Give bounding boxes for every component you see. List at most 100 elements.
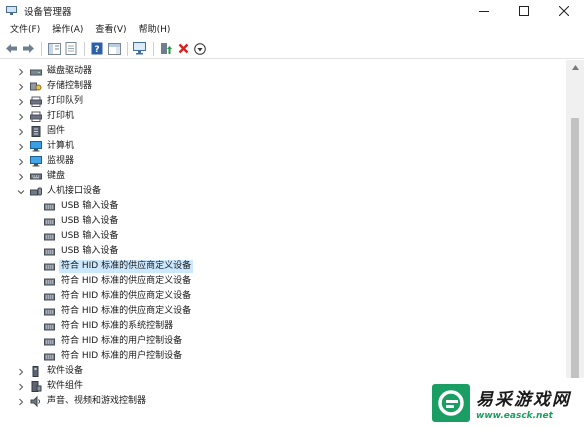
tree-category[interactable]: 键盘 xyxy=(16,169,67,184)
hid-icon xyxy=(30,186,42,197)
help-button[interactable]: ? xyxy=(89,41,105,57)
chevron-right-icon[interactable] xyxy=(16,139,26,154)
hid-device-icon xyxy=(44,231,56,242)
tree-item-label: USB 输入设备 xyxy=(61,201,119,211)
chevron-right-icon[interactable] xyxy=(16,379,26,394)
tree-item-label: USB 输入设备 xyxy=(61,231,119,241)
watermark-logo-icon xyxy=(438,389,464,416)
tree-item-label: 监视器 xyxy=(47,156,75,166)
minimize-button[interactable] xyxy=(464,0,504,21)
tree-device[interactable]: 符合 HID 标准的用户控制设备 xyxy=(30,349,184,364)
chevron-right-icon[interactable] xyxy=(16,94,26,109)
tree-category[interactable]: 监视器 xyxy=(16,154,76,169)
menu-action[interactable]: 操作(A) xyxy=(46,21,89,39)
tree-device[interactable]: USB 输入设备 xyxy=(30,229,120,244)
maximize-icon xyxy=(519,5,529,16)
update-driver-icon xyxy=(160,43,172,54)
vertical-scrollbar[interactable] xyxy=(566,60,584,427)
download-icon xyxy=(194,42,206,55)
tree-device[interactable]: USB 输入设备 xyxy=(30,199,120,214)
forward-arrow-icon xyxy=(22,44,34,53)
chevron-right-icon[interactable] xyxy=(16,64,26,79)
menu-file[interactable]: 文件(F) xyxy=(4,21,46,39)
update-driver-button[interactable] xyxy=(158,41,174,57)
title-bar: 设备管理器 xyxy=(0,0,584,21)
watermark-url: www.easck.net xyxy=(476,410,553,421)
printer-icon xyxy=(30,111,42,122)
properties-button[interactable] xyxy=(63,41,79,57)
tree-device[interactable]: USB 输入设备 xyxy=(30,244,120,259)
download-button[interactable] xyxy=(192,41,208,57)
scrollbar-thumb[interactable] xyxy=(571,118,579,418)
firmware-icon xyxy=(30,126,42,137)
show-hide-tree-button[interactable] xyxy=(46,41,62,57)
tree-device[interactable]: 符合 HID 标准的供应商定义设备 xyxy=(30,259,194,274)
software-component-icon xyxy=(30,381,42,392)
chevron-right-icon[interactable] xyxy=(16,154,26,169)
tree-category[interactable]: 计算机 xyxy=(16,139,76,154)
printer-queue-icon xyxy=(30,96,42,107)
tree-item-label: 软件组件 xyxy=(47,381,84,391)
hid-device-icon xyxy=(44,216,56,227)
chevron-right-icon[interactable] xyxy=(16,394,26,409)
storage-controller-icon xyxy=(30,81,42,92)
scan-hardware-button[interactable] xyxy=(132,41,148,57)
tree-item-label: 软件设备 xyxy=(47,366,84,376)
menu-view[interactable]: 查看(V) xyxy=(89,21,132,39)
menu-bar: 文件(F) 操作(A) 查看(V) 帮助(H) xyxy=(0,21,584,39)
chevron-down-icon[interactable] xyxy=(16,184,26,199)
watermark-logo xyxy=(432,383,470,422)
tree-category[interactable]: 固件 xyxy=(16,124,67,139)
svg-text:?: ? xyxy=(94,45,99,55)
tree-category[interactable]: 磁盘驱动器 xyxy=(16,64,94,79)
back-button[interactable] xyxy=(3,41,19,57)
tree-device[interactable]: 符合 HID 标准的用户控制设备 xyxy=(30,334,184,349)
tree-item-label: 打印队列 xyxy=(47,96,84,106)
chevron-right-icon[interactable] xyxy=(16,364,26,379)
toolbar-separator xyxy=(127,41,128,56)
tree-item-label: 符合 HID 标准的供应商定义设备 xyxy=(61,276,192,286)
tree-item-label: 存储控制器 xyxy=(47,81,93,91)
menu-help[interactable]: 帮助(H) xyxy=(133,21,177,39)
tree-item-label: 符合 HID 标准的系统控制器 xyxy=(61,321,174,331)
chevron-right-icon[interactable] xyxy=(16,169,26,184)
tree-device[interactable]: 符合 HID 标准的供应商定义设备 xyxy=(30,289,193,304)
tree-item-label: 打印机 xyxy=(47,111,75,121)
tree-item-label: 固件 xyxy=(47,126,66,136)
tree-category[interactable]: 打印队列 xyxy=(16,94,85,109)
tree-device[interactable]: 符合 HID 标准的供应商定义设备 xyxy=(30,274,193,289)
window-title: 设备管理器 xyxy=(24,6,72,18)
device-tree: 磁盘驱动器存储控制器打印队列打印机固件计算机监视器键盘 人机接口设备 USB 输入设… xyxy=(0,60,566,427)
tree-device[interactable]: 符合 HID 标准的系统控制器 xyxy=(30,319,175,334)
hid-device-icon xyxy=(44,306,56,317)
tree-category[interactable]: 软件设备 xyxy=(16,364,85,379)
maximize-button[interactable] xyxy=(504,0,544,21)
hid-device-icon xyxy=(44,246,56,257)
chevron-right-icon[interactable] xyxy=(16,79,26,94)
monitor-icon xyxy=(30,156,42,167)
tree-device[interactable]: USB 输入设备 xyxy=(30,214,120,229)
tree-category[interactable]: 软件组件 xyxy=(16,379,85,394)
uninstall-device-button[interactable] xyxy=(175,41,191,57)
tree-category[interactable]: 存储控制器 xyxy=(16,79,94,94)
tree-device[interactable]: 符合 HID 标准的供应商定义设备 xyxy=(30,304,193,319)
forward-button[interactable] xyxy=(20,41,36,57)
scroll-up-icon xyxy=(571,64,579,70)
tree-item-label: 符合 HID 标准的用户控制设备 xyxy=(61,351,183,361)
tree-category[interactable]: 人机接口设备 xyxy=(16,184,103,199)
chevron-right-icon[interactable] xyxy=(16,124,26,139)
chevron-right-icon[interactable] xyxy=(16,109,26,124)
action-pane-button[interactable] xyxy=(106,41,122,57)
scroll-up-button[interactable] xyxy=(566,60,584,74)
watermark-title: 易采游戏网 xyxy=(476,389,571,410)
audio-icon xyxy=(30,395,42,408)
hid-device-icon xyxy=(44,201,56,212)
tree-category[interactable]: 打印机 xyxy=(16,109,76,124)
tree-category[interactable]: 声音、视频和游戏控制器 xyxy=(16,394,148,409)
device-manager-icon xyxy=(6,5,18,16)
close-button[interactable] xyxy=(544,0,584,21)
